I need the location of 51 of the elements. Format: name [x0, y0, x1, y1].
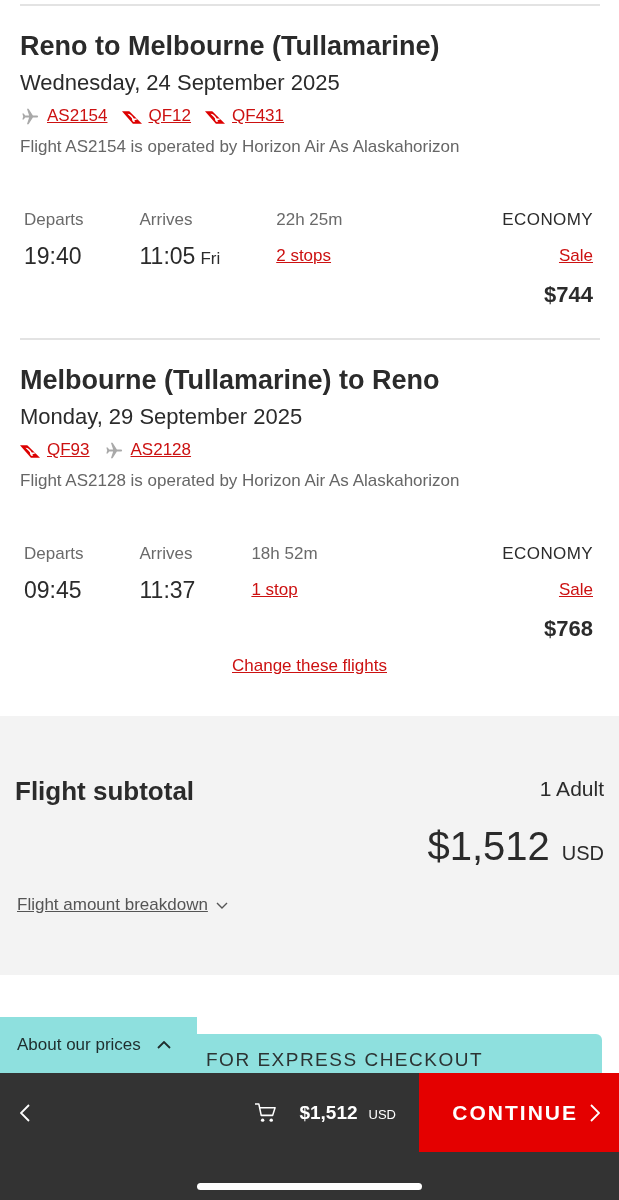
- route-title: Melbourne (Tullamarine) to Reno: [20, 364, 441, 396]
- duration-text: 18h 52m: [251, 543, 318, 565]
- chevron-up-icon: [156, 1041, 171, 1049]
- stops-link[interactable]: 2 stops: [276, 242, 332, 270]
- chevron-left-icon: [20, 1103, 30, 1122]
- chevron-down-icon: [215, 901, 228, 909]
- cabin-class: ECONOMY: [502, 543, 593, 565]
- fare-link[interactable]: Sale: [558, 576, 593, 604]
- tail-fin-icon: [20, 445, 40, 458]
- currency-code: USD: [561, 842, 604, 865]
- about-prices-tab[interactable]: About our prices: [0, 1017, 197, 1073]
- operator-note: Flight AS2154 is operated by Horizon Air As Alaskahorizon: [20, 136, 461, 158]
- plane-icon: [103, 441, 124, 459]
- subtotal-title: Flight subtotal: [15, 775, 195, 808]
- departure-time: 19:40: [24, 242, 82, 270]
- flight-number-link[interactable]: QF93: [47, 439, 90, 461]
- arrives-label: Arrives: [139, 543, 193, 565]
- continue-button[interactable]: CONTINUE: [419, 1073, 619, 1152]
- chevron-right-icon: [590, 1103, 600, 1122]
- operator-note: Flight AS2128 is operated by Horizon Air As Alaskahorizon: [20, 470, 461, 492]
- total-amount: $1,512: [299, 1101, 358, 1124]
- subtotal-amount: $1,512: [427, 823, 550, 870]
- fare-price: $744: [544, 281, 593, 309]
- departs-label: Departs: [24, 543, 84, 565]
- plane-icon: [20, 107, 40, 125]
- flight-number-link[interactable]: AS2128: [130, 439, 192, 461]
- route-title: Reno to Melbourne (Tullamarine): [20, 30, 441, 62]
- total-currency: USD: [368, 1106, 396, 1122]
- departure-time: 09:45: [24, 576, 82, 604]
- fare-link[interactable]: Sale: [558, 242, 593, 270]
- cart-icon: [254, 1102, 278, 1123]
- flight-date: Monday, 29 September 2025: [20, 403, 304, 431]
- fare-price: $768: [544, 615, 593, 643]
- arrival-day: Fri: [200, 249, 221, 269]
- flight-date: Wednesday, 24 September 2025: [20, 69, 341, 97]
- duration-text: 22h 25m: [276, 209, 343, 231]
- change-flights-link[interactable]: Change these flights: [232, 655, 387, 677]
- breakdown-toggle[interactable]: Flight amount breakdown: [17, 894, 228, 916]
- tail-fin-icon: [121, 111, 142, 124]
- arrival-time: 11:37: [139, 576, 196, 604]
- cabin-class: ECONOMY: [502, 209, 593, 231]
- tail-fin-icon: [205, 111, 226, 124]
- flight-number-link[interactable]: AS2154: [47, 105, 108, 127]
- passenger-count: 1 Adult: [539, 776, 604, 802]
- flight-number-link[interactable]: QF431: [232, 105, 284, 127]
- flight-number-link[interactable]: QF12: [148, 105, 192, 127]
- arrives-label: Arrives: [139, 209, 193, 231]
- arrival-time: 11:05: [139, 242, 196, 270]
- express-checkout-text: FOR EXPRESS CHECKOUT: [206, 1048, 484, 1072]
- stops-link[interactable]: 1 stop: [251, 576, 298, 604]
- departs-label: Departs: [24, 209, 84, 231]
